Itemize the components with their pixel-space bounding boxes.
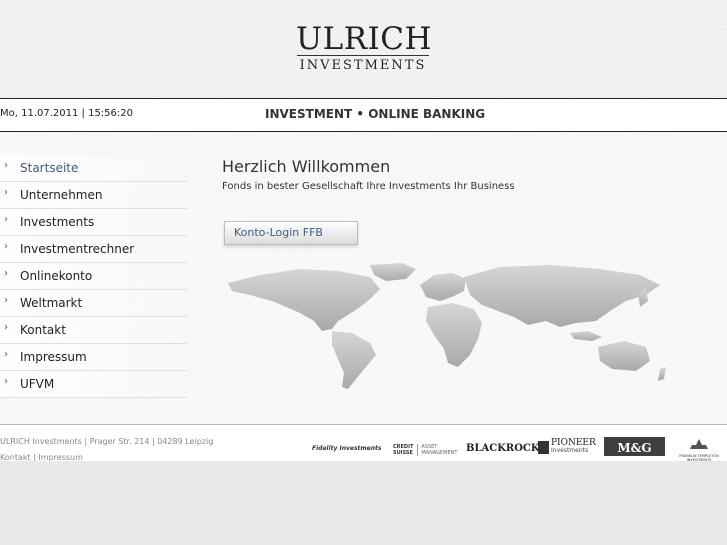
- nav-item-label: UFVM: [20, 377, 55, 391]
- partner-logo-franklin-templeton[interactable]: FRANKLIN TEMPLETON INVESTMENTS: [676, 435, 722, 462]
- chevron-right-icon: ›: [4, 187, 8, 198]
- nav-item-startseite[interactable]: › Startseite: [0, 155, 187, 182]
- nav-item-label: Impressum: [20, 350, 87, 364]
- world-map-image: [228, 263, 666, 389]
- nav-item-investmentrechner[interactable]: › Investmentrechner: [0, 236, 187, 263]
- franklin-emblem-icon: [690, 439, 708, 449]
- nav-item-label: Unternehmen: [20, 188, 103, 202]
- logo-wordmark[interactable]: ULRICH: [296, 22, 432, 56]
- nav-item-label: Startseite: [20, 161, 79, 175]
- chevron-right-icon: ›: [4, 241, 8, 252]
- partner-logo-pioneer[interactable]: PIONEER Investments: [538, 439, 596, 455]
- chevron-right-icon: ›: [4, 268, 8, 279]
- nav-item-label: Investments: [20, 215, 95, 229]
- pioneer-emblem-icon: [538, 440, 549, 454]
- chevron-right-icon: ›: [4, 322, 8, 333]
- chevron-right-icon: ›: [4, 295, 8, 306]
- chevron-right-icon: ›: [4, 160, 8, 171]
- date-time: Mo, 11.07.2011 | 15:56:20: [0, 108, 133, 119]
- chevron-right-icon: ›: [4, 214, 8, 225]
- footer-address: ULRICH Investments | Prager Str. 214 | 0…: [0, 437, 214, 446]
- main-navigation: › Startseite › Unternehmen › Investments…: [0, 155, 187, 398]
- nav-item-label: Kontakt: [20, 323, 66, 337]
- nav-item-label: Onlinekonto: [20, 269, 93, 283]
- nav-item-label: Weltmarkt: [20, 296, 83, 310]
- nav-item-kontakt[interactable]: › Kontakt: [0, 317, 187, 344]
- nav-item-label: Investmentrechner: [20, 242, 135, 256]
- nav-item-unternehmen[interactable]: › Unternehmen: [0, 182, 187, 209]
- partner-logo-mg[interactable]: M&G: [604, 437, 665, 456]
- nav-item-investments[interactable]: › Investments: [0, 209, 187, 236]
- partner-logo-fidelity[interactable]: Fidelity Investments: [312, 445, 381, 452]
- page-title: Herzlich Willkommen: [222, 157, 391, 176]
- konto-login-button[interactable]: Konto-Login FFB: [224, 221, 358, 245]
- info-bar: Mo, 11.07.2011 | 15:56:20 INVESTMENT • O…: [0, 99, 727, 132]
- chevron-right-icon: ›: [4, 376, 8, 387]
- header: ULRICH INVESTMENTS: [0, 0, 727, 99]
- logo-subtitle[interactable]: INVESTMENTS: [296, 58, 430, 73]
- chevron-right-icon: ›: [4, 349, 8, 360]
- nav-item-ufvm[interactable]: › UFVM: [0, 371, 187, 398]
- partner-logo-blackrock[interactable]: BLACKROCK: [466, 443, 540, 454]
- nav-item-impressum[interactable]: › Impressum: [0, 344, 187, 371]
- site-claim: INVESTMENT • ONLINE BANKING: [265, 107, 486, 121]
- nav-item-onlinekonto[interactable]: › Onlinekonto: [0, 263, 187, 290]
- nav-item-weltmarkt[interactable]: › Weltmarkt: [0, 290, 187, 317]
- page-background: [0, 461, 727, 545]
- partner-logo-credit-suisse[interactable]: CREDIT SUISSE ASSET MANAGEMENT: [393, 444, 457, 456]
- konto-login-label: Konto-Login FFB: [234, 226, 323, 239]
- page: ULRICH INVESTMENTS Mo, 11.07.2011 | 15:5…: [0, 0, 727, 462]
- page-subtitle: Fonds in bester Gesellschaft Ihre Invest…: [222, 181, 515, 192]
- logo-divider: [297, 55, 429, 56]
